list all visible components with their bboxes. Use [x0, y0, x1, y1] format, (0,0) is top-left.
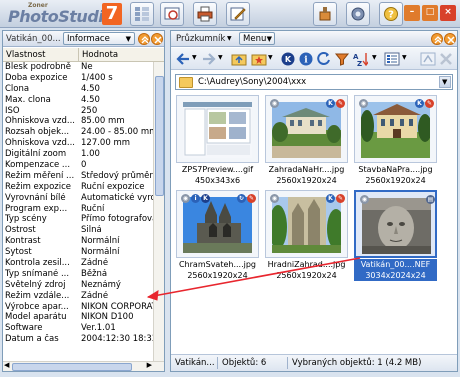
annotation-arrow-overlay	[146, 257, 361, 301]
annotation-arrow-icon	[147, 257, 361, 298]
